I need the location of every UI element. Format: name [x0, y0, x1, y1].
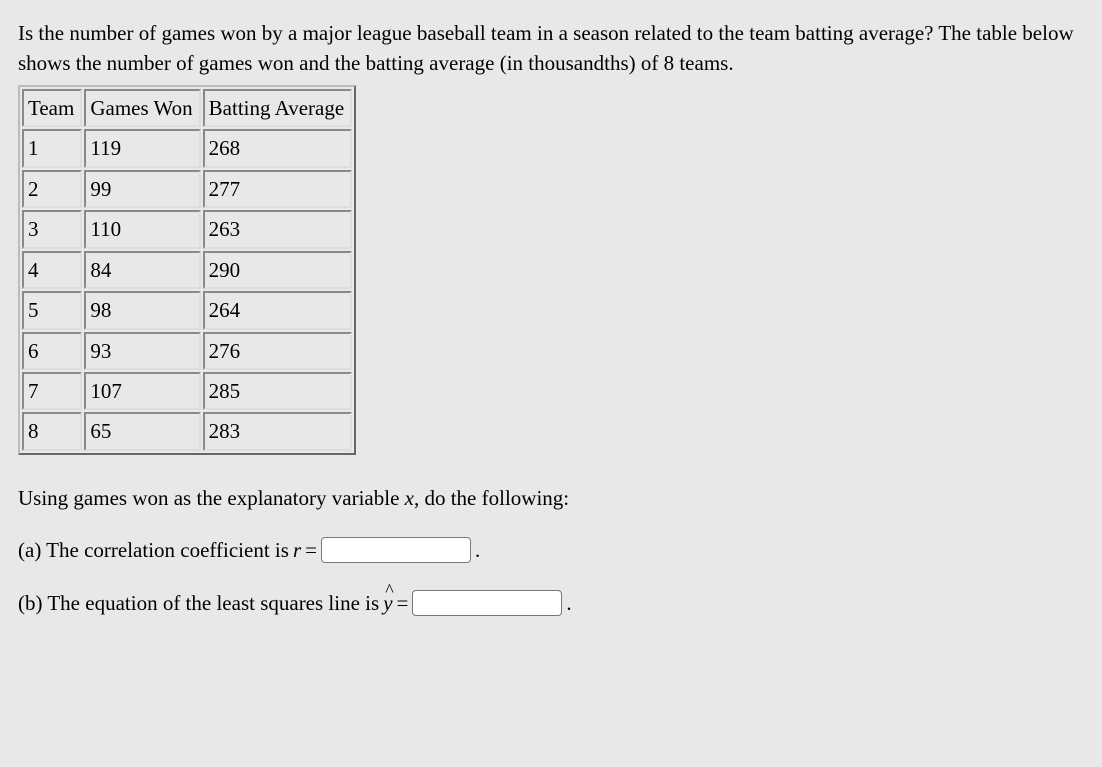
cell-batting-avg: 276 — [203, 332, 353, 370]
cell-batting-avg: 290 — [203, 251, 353, 289]
cell-batting-avg: 285 — [203, 372, 353, 410]
cell-games-won: 93 — [84, 332, 200, 370]
header-batting-avg: Batting Average — [203, 89, 353, 127]
table-row: 1 119 268 — [22, 129, 352, 167]
cell-batting-avg: 264 — [203, 291, 353, 329]
cell-team: 2 — [22, 170, 82, 208]
cell-team: 8 — [22, 412, 82, 450]
part-a: (a) The correlation coefficient is r = . — [18, 535, 1084, 565]
table-row: 5 98 264 — [22, 291, 352, 329]
cell-team: 3 — [22, 210, 82, 248]
table-row: 6 93 276 — [22, 332, 352, 370]
regression-input[interactable] — [412, 590, 562, 616]
instruction-prefix: Using games won as the explanatory varia… — [18, 486, 405, 510]
cell-batting-avg: 277 — [203, 170, 353, 208]
cell-batting-avg: 268 — [203, 129, 353, 167]
correlation-input[interactable] — [321, 537, 471, 563]
cell-batting-avg: 283 — [203, 412, 353, 450]
period: . — [566, 588, 571, 618]
equals-sign: = — [305, 535, 317, 565]
header-games-won: Games Won — [84, 89, 200, 127]
instruction-text: Using games won as the explanatory varia… — [18, 483, 1084, 513]
instruction-suffix: , do the following: — [414, 486, 569, 510]
cell-games-won: 99 — [84, 170, 200, 208]
cell-batting-avg: 263 — [203, 210, 353, 248]
table-header-row: Team Games Won Batting Average — [22, 89, 352, 127]
cell-team: 4 — [22, 251, 82, 289]
cell-games-won: 98 — [84, 291, 200, 329]
period: . — [475, 535, 480, 565]
cell-team: 5 — [22, 291, 82, 329]
cell-team: 6 — [22, 332, 82, 370]
variable-y-hat: y — [383, 588, 392, 618]
cell-games-won: 107 — [84, 372, 200, 410]
cell-games-won: 110 — [84, 210, 200, 248]
equals-sign: = — [397, 588, 409, 618]
part-a-label: (a) The correlation coefficient is — [18, 535, 289, 565]
cell-team: 1 — [22, 129, 82, 167]
data-table: Team Games Won Batting Average 1 119 268… — [18, 85, 356, 455]
variable-x: x — [405, 486, 414, 510]
table-row: 3 110 263 — [22, 210, 352, 248]
table-row: 2 99 277 — [22, 170, 352, 208]
cell-games-won: 65 — [84, 412, 200, 450]
variable-r: r — [293, 535, 301, 565]
cell-games-won: 84 — [84, 251, 200, 289]
header-team: Team — [22, 89, 82, 127]
part-b: (b) The equation of the least squares li… — [18, 588, 1084, 618]
question-text: Is the number of games won by a major le… — [18, 18, 1084, 79]
table-row: 7 107 285 — [22, 372, 352, 410]
table-row: 4 84 290 — [22, 251, 352, 289]
table-row: 8 65 283 — [22, 412, 352, 450]
cell-games-won: 119 — [84, 129, 200, 167]
part-b-label: (b) The equation of the least squares li… — [18, 588, 379, 618]
cell-team: 7 — [22, 372, 82, 410]
